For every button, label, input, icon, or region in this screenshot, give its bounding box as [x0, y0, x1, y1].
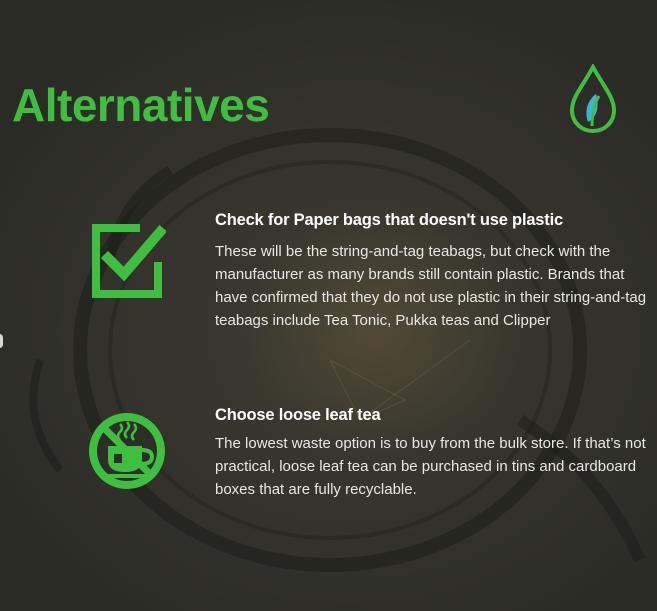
no-teacup-icon: [89, 413, 165, 489]
water-drop-leaf-icon: [569, 64, 617, 134]
item-description: The lowest waste option is to buy from t…: [215, 435, 646, 498]
item-heading: Choose loose leaf tea: [215, 406, 381, 424]
edge-marker: [0, 334, 3, 348]
checkbox-check-icon: [92, 224, 166, 298]
slide: Alternatives Check for Paper bags that d…: [0, 0, 657, 611]
item-description: These will be the string-and-tag teabags…: [215, 243, 647, 329]
page-title: Alternatives: [12, 79, 270, 131]
item-heading: Check for Paper bags that doesn't use pl…: [215, 211, 563, 229]
